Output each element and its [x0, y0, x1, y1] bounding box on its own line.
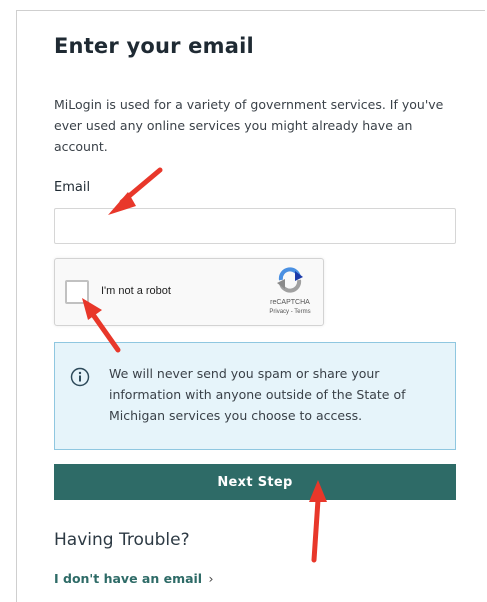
recaptcha-links[interactable]: Privacy - Terms — [245, 309, 335, 315]
email-label: Email — [54, 180, 91, 195]
no-email-link-label: I don't have an email — [54, 571, 203, 586]
not-robot-checkbox[interactable] — [65, 280, 89, 304]
intro-text: MiLogin is used for a variety of governm… — [54, 97, 444, 154]
recaptcha-brand: reCAPTCHA — [270, 299, 310, 306]
email-field[interactable] — [54, 208, 456, 244]
recaptcha-widget: I'm not a robot reCAPTCHA Privacy - Term… — [54, 258, 324, 326]
next-step-button[interactable]: Next Step — [54, 464, 456, 500]
privacy-notice-text: We will never send you spam or share you… — [109, 366, 406, 423]
page-title: Enter your email — [54, 34, 254, 58]
info-icon — [70, 367, 90, 387]
having-trouble-heading: Having Trouble? — [54, 530, 190, 550]
not-robot-label: I'm not a robot — [101, 285, 171, 297]
privacy-notice: We will never send you spam or share you… — [54, 342, 456, 450]
chevron-right-icon: › — [208, 571, 214, 586]
no-email-link[interactable]: I don't have an email › — [54, 571, 213, 586]
recaptcha-logo-icon — [277, 267, 303, 293]
